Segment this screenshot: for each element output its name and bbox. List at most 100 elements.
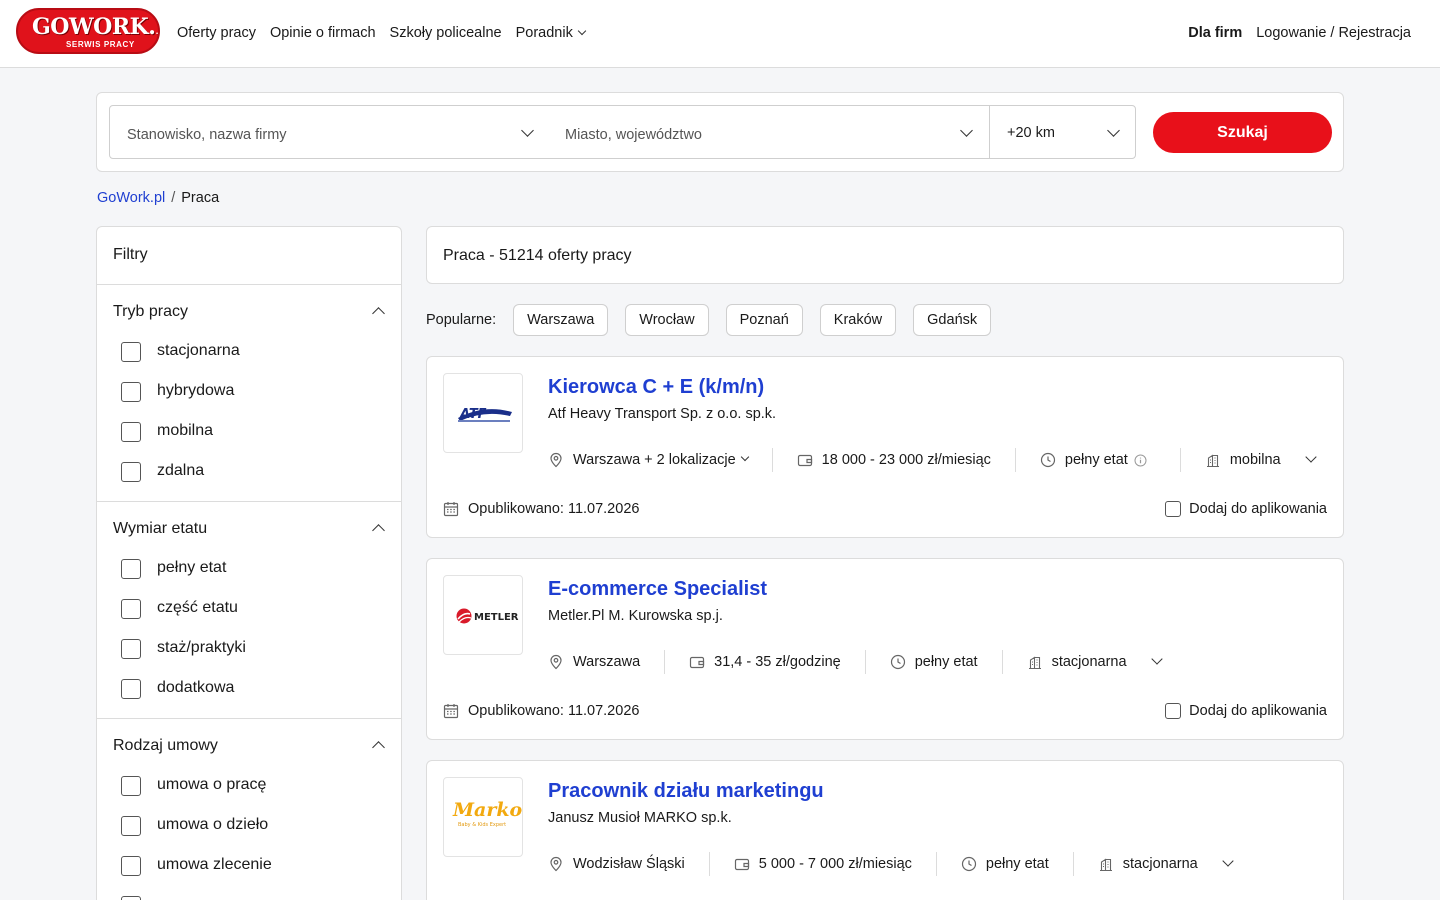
wallet-icon [690,656,705,669]
option-label: mobilna [157,422,214,439]
job-title-link[interactable]: E-commerce Specialist [548,578,767,601]
filter-option-mobile[interactable]: mobilna [121,421,213,443]
checkbox[interactable] [121,422,141,442]
add-to-apply-label: Dodaj do aplikowania [1189,703,1327,719]
company-logo[interactable]: METLER [443,575,523,655]
job-card[interactable]: Marko Baby & Kids Expert Pracownik dział… [426,760,1344,900]
job-card[interactable]: ATF Kierowca C + E (k/m/n) Atf Heavy Tra… [426,356,1344,538]
nav-schools[interactable]: Szkoły policealne [390,25,502,41]
filter-option-remote[interactable]: zdalna [121,461,204,483]
divider [97,284,401,285]
option-label: umowa zlecenie [157,856,272,873]
option-label: pełny etat [157,559,227,576]
popular-chip-gdansk[interactable]: Gdańsk [913,304,992,336]
chevron-up-icon[interactable] [372,741,385,754]
radius-value: +20 km [1007,125,1055,141]
atf-logo-icon: ATF [458,407,512,422]
filter-option-work-contract[interactable]: umowa o dzieło [121,815,268,837]
company-name[interactable]: Metler.Pl M. Kurowska sp.j. [548,608,723,624]
position-search-input[interactable]: Stanowisko, nazwa firmy [109,105,549,159]
chevron-down-icon[interactable] [1304,451,1317,463]
popular-chip-wroclaw[interactable]: Wrocław [625,304,709,336]
job-card[interactable]: METLER E-commerce Specialist Metler.Pl M… [426,558,1344,740]
checkbox[interactable] [121,462,141,482]
filter-option-hybrid[interactable]: hybrydowa [121,381,234,403]
filter-option-internship[interactable]: staż/praktyki [121,638,246,660]
chevron-down-icon[interactable] [1150,653,1163,665]
add-to-apply[interactable]: Dodaj do aplikowania [1165,703,1327,719]
login-register-link[interactable]: Logowanie / Rejestracja [1256,25,1411,41]
section-title-schedule[interactable]: Wymiar etatu [113,520,207,538]
building-icon [1028,656,1041,670]
location-info: Warszawa [548,654,640,670]
checkbox[interactable] [121,816,141,836]
add-to-apply[interactable]: Dodaj do aplikowania [1165,501,1327,517]
search-button[interactable]: Szukaj [1153,112,1332,153]
filters-sidebar: Filtry Tryb pracy stacjonarna hybrydowa … [96,226,402,900]
job-title-link[interactable]: Pracownik działu marketingu [548,780,824,803]
company-name[interactable]: Atf Heavy Transport Sp. z o.o. sp.k. [548,406,776,422]
add-to-apply-checkbox[interactable] [1165,703,1182,719]
nav-company-reviews[interactable]: Opinie o firmach [270,25,376,41]
popular-chip-warsaw[interactable]: Warszawa [513,304,609,336]
breadcrumb-home[interactable]: GoWork.pl [97,190,165,206]
filter-option-full-time[interactable]: pełny etat [121,558,226,580]
info-icon[interactable] [1134,454,1147,467]
checkbox[interactable] [121,382,141,402]
section-title-work-mode[interactable]: Tryb pracy [113,303,188,321]
popular-chip-krakow[interactable]: Kraków [819,304,897,336]
popular-chip-poznan[interactable]: Poznań [725,304,803,336]
option-label: część etatu [157,599,238,616]
option-label: umowa o pracę [157,776,267,793]
job-meta: Wodzisław Śląski 5 000 - 7 000 zł/miesią… [548,852,1234,876]
divider [1072,852,1074,876]
company-logo[interactable]: ATF [443,373,523,453]
chevron-up-icon[interactable] [372,307,385,320]
add-to-apply-checkbox[interactable] [1165,501,1182,517]
radius-select[interactable]: +20 km [989,105,1136,159]
calendar-icon [443,704,459,719]
chevron-down-icon [1107,124,1120,137]
chevron-down-icon [740,452,749,462]
company-logo[interactable]: Marko Baby & Kids Expert [443,777,523,857]
location-text: Warszawa [573,654,641,670]
gowork-logo[interactable]: GOWORK.PL SERWIS PRACY [16,8,160,54]
for-companies-link[interactable]: Dla firm [1188,25,1242,41]
location-search-input[interactable]: Miasto, województwo [548,105,990,159]
filter-option-additional[interactable]: dodatkowa [121,678,234,700]
salary-info: 5 000 - 7 000 zł/miesiąc [734,856,912,872]
location-info[interactable]: Warszawa + 2 lokalizacje [548,452,749,468]
checkbox[interactable] [121,342,141,362]
checkbox[interactable] [121,559,141,579]
logo-wordmark: GOWORK.PL [32,14,158,40]
job-title-link[interactable]: Kierowca C + E (k/m/n) [548,376,764,399]
company-name[interactable]: Janusz Musioł MARKO sp.k. [548,810,732,826]
filter-option-mandate-contract[interactable]: umowa zlecenie [121,855,272,877]
filter-option-employment-contract[interactable]: umowa o pracę [121,775,266,797]
filter-option-more[interactable] [121,895,141,900]
divider [708,852,710,876]
checkbox[interactable] [121,679,141,699]
nav-job-offers[interactable]: Oferty pracy [177,25,256,41]
filter-option-stationary[interactable]: stacjonarna [121,341,240,363]
option-label: stacjonarna [157,342,240,359]
filter-option-part-time[interactable]: część etatu [121,598,238,620]
chevron-up-icon[interactable] [372,524,385,537]
checkbox[interactable] [121,896,141,900]
chevron-down-icon[interactable] [1222,855,1234,867]
published-text: Opublikowano: 11.07.2026 [468,703,640,719]
metler-logo-icon: METLER [456,608,519,624]
checkbox[interactable] [121,639,141,659]
published-text: Opublikowano: 11.07.2026 [468,501,640,517]
divider [97,501,401,502]
nav-guide[interactable]: Poradnik [516,25,587,41]
checkbox[interactable] [121,856,141,876]
map-pin-icon [550,654,562,670]
wallet-icon [734,858,749,871]
checkbox[interactable] [121,599,141,619]
section-title-contract[interactable]: Rodzaj umowy [113,737,218,755]
schedule-text: pełny etat [1064,452,1128,468]
clock-icon [961,856,976,872]
salary-text: 31,4 - 35 zł/godzinę [714,654,841,670]
checkbox[interactable] [121,776,141,796]
